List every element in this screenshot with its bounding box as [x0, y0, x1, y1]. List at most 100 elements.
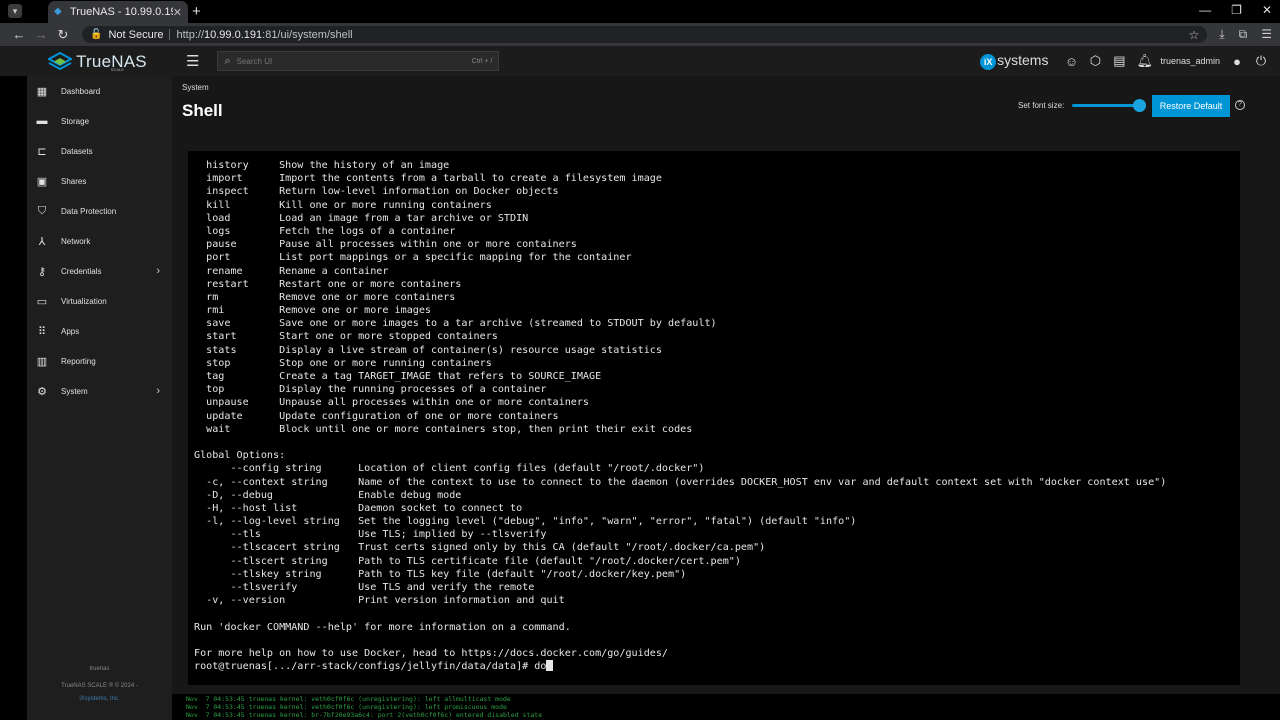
shield-icon: ⛉: [37, 204, 47, 217]
reload-icon[interactable]: ↻: [52, 27, 74, 43]
app-header: TrueNAS SCALE ☰ ⌕ Ctrl + / iXsystems ☺ ⬡…: [0, 46, 1280, 76]
power-icon[interactable]: ⏻: [1254, 53, 1268, 69]
menu-icon[interactable]: ☰: [1261, 27, 1272, 42]
terminal-line: unpause Unpause all processes within one…: [194, 397, 590, 409]
terminal-line: load Load an image from a tar archive or…: [194, 212, 529, 224]
extensions-icon[interactable]: ⧉: [1239, 27, 1248, 42]
terminal-line: -l, --log-level string Set the logging l…: [194, 516, 857, 528]
terminal-line: restart Restart one or more containers: [194, 278, 462, 290]
key-icon: ⚷: [37, 265, 47, 278]
footer-hostname: truenas: [89, 666, 110, 672]
url-text[interactable]: http://10.99.0.191:81/ui/system/shell: [176, 29, 352, 41]
url-field[interactable]: 🔓 Not Secure http://10.99.0.191:81/ui/sy…: [82, 26, 1208, 43]
terminal-line: --tlskey string Path to TLS key file (de…: [194, 568, 687, 580]
browser-toolbar: ⤓ ⧉ ☰: [1219, 27, 1272, 42]
browser-tab-title: TrueNAS - 10.99.0.191: [70, 6, 173, 18]
network-icon: ⅄: [38, 235, 46, 248]
terminal-line: -c, --context string Name of the context…: [194, 476, 1167, 488]
datasets-icon: ⊏: [37, 145, 47, 158]
terminal-line: inspect Return low-level information on …: [194, 186, 559, 198]
sidebar-item-data-protection[interactable]: ⛉ Data Protection: [27, 196, 172, 226]
system-console-log: Nov 7 04:53:45 truenas kernel: veth0cf0f…: [172, 694, 1280, 720]
search-box[interactable]: ⌕ Ctrl + /: [217, 51, 500, 71]
shares-icon: ▣: [36, 175, 48, 188]
breadcrumb[interactable]: System: [182, 83, 209, 92]
sidebar-item-reporting[interactable]: ▥ Reporting: [27, 346, 172, 376]
sidebar-item-virtualization[interactable]: ▭ Virtualization: [27, 286, 172, 316]
new-tab-icon[interactable]: +: [192, 3, 201, 20]
search-shortcut: Ctrl + /: [471, 57, 493, 65]
help-icon[interactable]: ?: [1235, 100, 1245, 110]
terminal-line: rmi Remove one or more images: [194, 305, 432, 317]
font-size-slider[interactable]: [1072, 99, 1146, 112]
forward-icon[interactable]: →: [30, 27, 52, 42]
tab-search-icon[interactable]: ▾: [8, 4, 22, 18]
storage-icon: ▬: [36, 115, 48, 127]
maximize-icon[interactable]: ❐: [1231, 3, 1242, 17]
sidebar-item-credentials[interactable]: ⚷ Credentials ›: [27, 256, 172, 286]
minimize-icon[interactable]: —: [1199, 3, 1211, 17]
truecommand-icon[interactable]: ⬡: [1088, 53, 1102, 69]
search-input[interactable]: [236, 56, 466, 66]
sidebar-item-system[interactable]: ⚙ System ›: [27, 376, 172, 406]
account-icon[interactable]: ●: [1230, 54, 1244, 69]
truenas-logo-icon: [48, 52, 73, 70]
sidebar-item-apps[interactable]: ⠿ Apps: [27, 316, 172, 346]
jobs-icon[interactable]: ▤: [1112, 53, 1126, 69]
ixsystems-logo[interactable]: iX systems: [980, 52, 1048, 70]
terminal-cursor: [546, 660, 554, 672]
download-icon[interactable]: ⤓: [1219, 27, 1224, 42]
close-tab-icon[interactable]: ✕: [173, 6, 182, 19]
shell-terminal[interactable]: history Show the history of an image imp…: [188, 151, 1240, 685]
sidebar-item-dashboard[interactable]: ▦ Dashboard: [27, 76, 172, 106]
apps-grid-icon: ⠿: [37, 325, 47, 338]
sidebar-item-datasets[interactable]: ⊏ Datasets: [27, 136, 172, 166]
footer-company-link[interactable]: iXsystems, Inc.: [27, 693, 172, 706]
terminal-line: -D, --debug Enable debug mode: [194, 489, 462, 501]
slider-thumb[interactable]: [1133, 99, 1146, 112]
console-line: Nov 7 04:53:45 truenas kernel: br-7bf20e…: [186, 711, 543, 719]
terminal-line: rm Remove one or more containers: [194, 291, 456, 303]
username[interactable]: truenas_admin: [1160, 56, 1220, 66]
restore-default-button[interactable]: Restore Default: [1152, 95, 1230, 117]
chart-icon: ▥: [36, 355, 48, 368]
url-separator: [169, 29, 171, 40]
terminal-line: port List port mappings or a specific ma…: [194, 252, 632, 264]
truenas-favicon-icon: ◆: [54, 6, 62, 17]
back-icon[interactable]: ←: [8, 27, 30, 42]
terminal-prompt[interactable]: root@truenas[.../arr-stack/configs/jelly…: [194, 660, 1234, 673]
main-content: System Shell Set font size: Restore Defa…: [172, 76, 1280, 720]
sidebar-item-network[interactable]: ⅄ Network: [27, 226, 172, 256]
sidebar-item-shares[interactable]: ▣ Shares: [27, 166, 172, 196]
bookmark-star-icon[interactable]: ☆: [1189, 28, 1200, 42]
browser-tab[interactable]: ◆ TrueNAS - 10.99.0.191 ✕: [48, 1, 188, 23]
terminal-line: update Update configuration of one or mo…: [194, 410, 559, 422]
address-bar: ← → ↻ 🔓 Not Secure http://10.99.0.191:81…: [0, 23, 1280, 46]
header-actions: iX systems ☺ ⬡ ▤ 🔔︎ truenas_admin ● ⏻: [980, 52, 1280, 70]
terminal-line: --config string Location of client confi…: [194, 463, 705, 475]
menu-toggle-icon[interactable]: ☰: [186, 52, 199, 70]
close-window-icon[interactable]: ✕: [1262, 3, 1272, 17]
terminal-line: wait Block until one or more containers …: [194, 423, 693, 435]
terminal-line: logs Fetch the logs of a container: [194, 225, 456, 237]
terminal-line: top Display the running processes of a c…: [194, 384, 547, 396]
search-icon: ⌕: [224, 54, 231, 67]
notifications-bell-icon[interactable]: 🔔︎: [1136, 53, 1153, 69]
security-label[interactable]: Not Secure: [108, 29, 163, 41]
terminal-line: tag Create a tag TARGET_IMAGE that refer…: [194, 371, 602, 382]
font-size-label: Set font size:: [1018, 101, 1065, 110]
chevron-right-icon: ›: [156, 265, 160, 277]
brand-sub: SCALE: [110, 66, 124, 72]
insecure-icon[interactable]: 🔓: [90, 29, 102, 40]
sidebar-item-storage[interactable]: ▬ Storage: [27, 106, 172, 136]
window-controls: — ❐ ✕: [1199, 3, 1272, 17]
gear-icon: ⚙: [37, 385, 47, 398]
feedback-icon[interactable]: ☺: [1064, 54, 1078, 69]
truenas-logo[interactable]: TrueNAS SCALE: [0, 46, 172, 76]
browser-tab-bar: ▾ ◆ TrueNAS - 10.99.0.191 ✕ + — ❐ ✕: [0, 0, 1280, 23]
terminal-line: stats Display a live stream of container…: [194, 344, 662, 356]
dashboard-icon: ▦: [36, 85, 48, 98]
terminal-line: For more help on how to use Docker, head…: [194, 647, 669, 659]
